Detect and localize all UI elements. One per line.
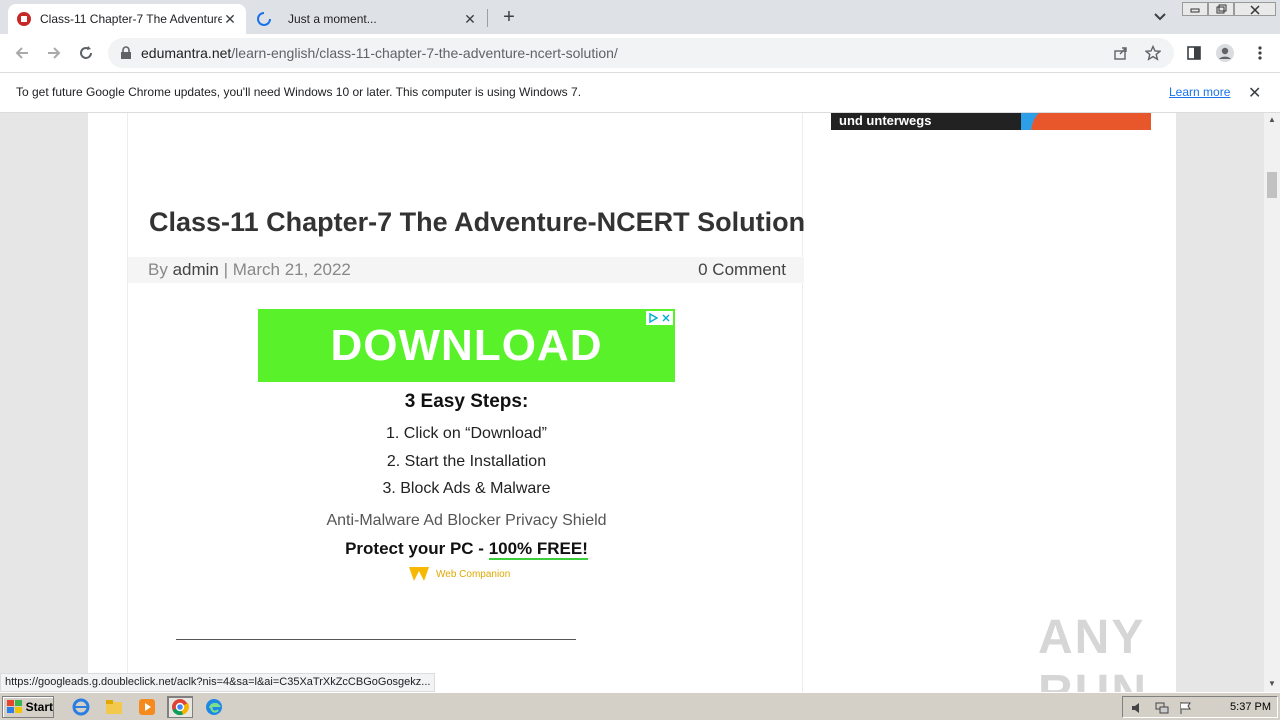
share-icon[interactable] — [1112, 44, 1130, 62]
lock-icon[interactable] — [120, 46, 132, 65]
restore-button[interactable] — [1208, 2, 1234, 16]
side-panel-icon[interactable] — [1184, 43, 1204, 63]
url-text: edumantra.net/learn-english/class-11-cha… — [141, 45, 618, 61]
tab-title: Just a moment... — [288, 12, 377, 26]
infobar-message: To get future Google Chrome updates, you… — [16, 85, 582, 99]
action-center-flag-icon[interactable] — [1179, 701, 1193, 715]
tab-close-icon[interactable]: ✕ — [222, 11, 238, 27]
new-tab-button[interactable]: + — [498, 6, 520, 28]
watermark: ANY RUN — [1038, 611, 1146, 692]
ad-step: 1. Click on “Download” — [386, 425, 547, 442]
adchoices-icon[interactable] — [646, 311, 673, 325]
start-button[interactable]: Start — [2, 696, 54, 718]
advertisement[interactable]: DOWNLOAD 3 Easy Steps: 1. Click on “Down… — [258, 309, 675, 589]
scrollbar-thumb[interactable] — [1267, 172, 1277, 198]
web-companion-logo-icon — [409, 567, 429, 581]
edge-icon[interactable] — [201, 696, 227, 718]
ad-protect-line: Protect your PC - 100% FREE! — [258, 539, 675, 560]
tab-search-icon[interactable] — [1150, 8, 1170, 26]
author-link[interactable]: admin — [173, 260, 219, 279]
page-scrollbar[interactable]: ▲ ▼ — [1264, 113, 1280, 692]
divider — [176, 639, 576, 640]
forward-button[interactable] — [42, 41, 66, 65]
windows-taskbar: Start 5:37 PM — [0, 692, 1280, 720]
sidebar-banner-text: und unterwegs — [839, 113, 932, 128]
windows-logo-icon — [7, 700, 22, 713]
profile-avatar-icon[interactable] — [1215, 43, 1235, 63]
url-path: /learn-english/class-11-chapter-7-the-ad… — [231, 45, 618, 61]
comments-link[interactable]: 0 Comment — [698, 260, 786, 280]
scroll-down-arrow-icon[interactable]: ▼ — [1268, 679, 1276, 688]
tab-close-icon[interactable]: ✕ — [462, 11, 478, 27]
bookmark-star-icon[interactable] — [1144, 44, 1162, 62]
tab-active[interactable]: Class-11 Chapter-7 The Adventure-N ✕ — [8, 4, 246, 34]
clock[interactable]: 5:37 PM — [1230, 701, 1271, 713]
site-favicon-icon — [16, 11, 32, 27]
post-byline: By admin | March 21, 2022 — [148, 260, 351, 280]
chrome-icon[interactable] — [167, 696, 193, 718]
file-explorer-icon[interactable] — [101, 696, 127, 718]
tab-separator — [487, 9, 488, 27]
ad-free-text: 100% FREE! — [488, 539, 588, 560]
main-content: Class-11 Chapter-7 The Adventure-NCERT S… — [127, 113, 806, 692]
ad-download-label: DOWNLOAD — [330, 320, 603, 370]
by-prefix: By — [148, 260, 173, 279]
sidebar-banner[interactable]: und unterwegs — [831, 113, 1151, 130]
infobar-close-icon[interactable]: ✕ — [1248, 83, 1261, 103]
ad-download-banner[interactable]: DOWNLOAD — [258, 309, 675, 382]
ad-brand-name: Web Companion — [436, 568, 511, 580]
ad-brand: Web Companion — [408, 565, 510, 583]
back-button[interactable] — [10, 41, 34, 65]
address-bar[interactable]: edumantra.net/learn-english/class-11-cha… — [108, 38, 1174, 68]
ad-steps-title: 3 Easy Steps: — [404, 391, 529, 412]
ad-features: Anti-Malware Ad Blocker Privacy Shield — [326, 512, 607, 529]
minimize-button[interactable] — [1182, 2, 1208, 16]
volume-icon[interactable] — [1131, 701, 1145, 715]
page-viewport: Class-11 Chapter-7 The Adventure-NCERT S… — [0, 113, 1264, 692]
reload-button[interactable] — [74, 41, 98, 65]
page-container: Class-11 Chapter-7 The Adventure-NCERT S… — [88, 113, 1176, 692]
learn-more-link[interactable]: Learn more — [1169, 85, 1230, 99]
url-host: edumantra.net — [141, 45, 232, 61]
status-url-bubble: https://googleads.g.doubleclick.net/aclk… — [0, 673, 436, 692]
screen: Class-11 Chapter-7 The Adventure-N ✕ Jus… — [0, 0, 1280, 720]
post-date: March 21, 2022 — [232, 260, 351, 279]
meta-separator: | — [218, 260, 233, 279]
system-tray: 5:37 PM — [1122, 696, 1278, 718]
internet-explorer-icon[interactable] — [68, 696, 94, 718]
browser-toolbar: edumantra.net/learn-english/class-11-cha… — [0, 34, 1280, 72]
ad-protect-prefix: Protect your PC - — [345, 539, 489, 558]
start-label: Start — [25, 700, 53, 714]
banner-shape — [1031, 113, 1151, 130]
ad-step: 2. Start the Installation — [386, 453, 547, 470]
post-meta: By admin | March 21, 2022 0 Comment — [128, 257, 804, 283]
post-title: Class-11 Chapter-7 The Adventure-NCERT S… — [149, 207, 806, 237]
network-icon[interactable] — [1155, 701, 1169, 715]
media-player-icon[interactable] — [134, 696, 160, 718]
tab-inactive[interactable]: Just a moment... ✕ — [248, 4, 486, 34]
tab-strip: Class-11 Chapter-7 The Adventure-N ✕ Jus… — [0, 0, 1280, 34]
scroll-up-arrow-icon[interactable]: ▲ — [1268, 115, 1276, 124]
loading-spinner-icon — [256, 11, 272, 27]
ad-step: 3. Block Ads & Malware — [382, 480, 551, 497]
menu-kebab-icon[interactable] — [1250, 43, 1270, 63]
close-window-button[interactable] — [1234, 2, 1276, 16]
tab-title: Class-11 Chapter-7 The Adventure-N — [40, 12, 222, 26]
update-infobar: To get future Google Chrome updates, you… — [0, 72, 1280, 113]
